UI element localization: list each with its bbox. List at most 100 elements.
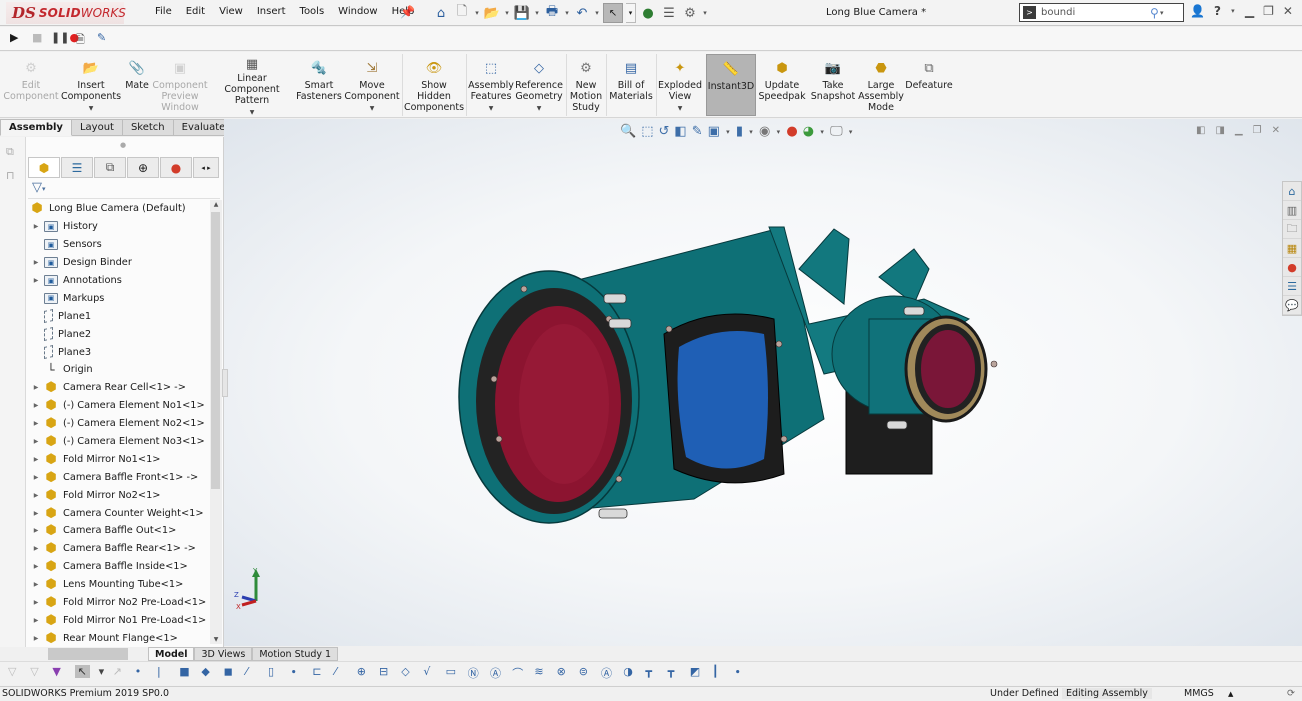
filter-mesh-edges-icon[interactable]: ┃ — [712, 665, 719, 678]
restore-icon[interactable]: ❐ — [1263, 4, 1274, 18]
show-hidden-components-button[interactable]: 👁 Show Hidden Components — [404, 54, 464, 116]
pause-record-macro-icon[interactable]: ❚❚● — [51, 31, 79, 44]
expand-arrow-icon[interactable]: ▶ — [28, 474, 44, 481]
magic-select-icon[interactable]: ↗ — [113, 665, 122, 678]
tree-item[interactable]: ▶ ⬢ Camera Baffle Rear<1> -> — [28, 540, 210, 558]
menu-file[interactable]: File — [148, 6, 179, 17]
scroll-down-icon[interactable]: ▼ — [210, 636, 222, 643]
filter-geometric-tolerance-icon[interactable]: ▭ — [446, 665, 456, 678]
tab-scroll-arrows-icon[interactable]: ◂ ▸ — [193, 157, 219, 178]
menu-window[interactable]: Window — [331, 6, 384, 17]
smart-fasteners-button[interactable]: 🔩 Smart Fasteners — [296, 54, 342, 116]
defeature-button[interactable]: ⧉ Defeature — [905, 54, 952, 116]
open-icon[interactable]: 📂 — [483, 4, 501, 22]
menu-insert[interactable]: Insert — [250, 6, 293, 17]
solidworks-logo[interactable]: DS SOLID WORKS — [6, 2, 126, 24]
options-dropdown-icon[interactable]: ▾ — [702, 9, 708, 17]
viewport-restore-icon[interactable]: ❐ — [1253, 125, 1262, 136]
instant3d-button[interactable]: 📏 Instant3D — [706, 54, 756, 116]
exploded-view-button[interactable]: ✦ Exploded View ▼ — [658, 54, 702, 116]
print-icon[interactable]: 🖶 — [543, 4, 561, 22]
tab-model[interactable]: Model — [148, 646, 195, 661]
zoom-to-area-icon[interactable]: ⬚ — [641, 124, 653, 139]
tree-item[interactable]: ▶ ⬢ (-) Camera Element No1<1> — [28, 397, 210, 415]
tree-scrollbar[interactable]: ▲ ▼ — [210, 200, 222, 644]
stop-macro-icon[interactable]: ■ — [32, 31, 42, 44]
undo-icon[interactable]: ↶ — [573, 4, 591, 22]
filter-planes-icon[interactable]: ▯ — [268, 665, 274, 678]
dropdown-arrow-icon[interactable]: ▼ — [89, 103, 94, 114]
filter-cog-icon[interactable]: ◑ — [623, 665, 633, 678]
view-settings-dropdown-icon[interactable]: ▾ — [848, 128, 854, 136]
breadcrumb-icon[interactable]: ⧉ — [6, 145, 14, 159]
view-orientation-dropdown-icon[interactable]: ▾ — [725, 128, 731, 136]
take-snapshot-button[interactable]: 📷 Take Snapshot — [810, 54, 856, 116]
edit-component-button[interactable]: ⚙ Edit Component — [3, 54, 58, 116]
user-account-icon[interactable]: 👤 — [1190, 4, 1205, 18]
expand-arrow-icon[interactable]: ▶ — [28, 563, 44, 570]
filter-connection-points-icon[interactable]: ┳ — [668, 665, 675, 678]
menu-edit[interactable]: Edit — [179, 6, 212, 17]
display-manager-tab-icon[interactable]: ● — [160, 157, 192, 178]
new-macro-icon[interactable]: 🗎 — [76, 31, 85, 50]
tree-item[interactable]: ▶ ⬢ Camera Baffle Front<1> -> — [28, 468, 210, 486]
edit-macro-icon[interactable]: ✎ — [97, 31, 106, 44]
home-icon[interactable]: ⌂ — [432, 4, 450, 22]
rebuild-traffic-light-icon[interactable]: ● — [639, 4, 657, 22]
tree-item[interactable]: ▶ ⬢ Fold Mirror No2<1> — [28, 486, 210, 504]
filter-surface-finish-icon[interactable]: √ — [423, 665, 430, 678]
filter-toggle-icon[interactable]: ▽ — [8, 665, 16, 678]
dropdown-arrow-icon[interactable]: ▼ — [370, 103, 375, 114]
filter-icon[interactable]: ▽▾ — [28, 180, 220, 199]
select-dropdown-icon[interactable]: ▾ — [99, 665, 105, 678]
tree-item[interactable]: ▶ ⬢ Lens Mounting Tube<1> — [28, 576, 210, 594]
tree-item[interactable]: ▣ Sensors — [28, 236, 210, 254]
search-dropdown-icon[interactable]: ▾ — [1159, 9, 1165, 17]
save-dropdown-icon[interactable]: ▾ — [534, 9, 540, 17]
dropdown-arrow-icon[interactable]: ▼ — [250, 107, 255, 118]
filter-axes-icon[interactable]: ⁄ — [246, 665, 248, 678]
camera-assembly-model[interactable] — [224, 119, 1302, 646]
tab-3d-views[interactable]: 3D Views — [194, 646, 253, 661]
filter-sketch-segments-icon[interactable]: ⊏ — [312, 665, 321, 678]
scrollbar-thumb[interactable] — [211, 212, 220, 489]
tree-root[interactable]: ⬢ Long Blue Camera (Default) — [28, 200, 210, 218]
new-motion-study-button[interactable]: ⚙ New Motion Study — [568, 54, 604, 116]
expand-arrow-icon[interactable]: ▶ — [28, 259, 44, 266]
mate-button[interactable]: 📎 Mate — [123, 54, 151, 116]
viewport-minimize-icon[interactable]: ▁ — [1235, 125, 1243, 136]
apply-scene-icon[interactable]: ◕ — [803, 124, 814, 139]
expand-arrow-icon[interactable]: ▶ — [28, 438, 44, 445]
filter-surface-bodies-icon[interactable]: ◆ — [201, 665, 209, 678]
run-macro-icon[interactable]: ▶ — [10, 31, 18, 44]
expand-arrow-icon[interactable]: ▶ — [28, 510, 44, 517]
linear-component-pattern-button[interactable]: ▦ Linear Component Pattern ▼ — [210, 54, 294, 116]
expand-arrow-icon[interactable]: ▶ — [28, 617, 44, 624]
tree-item[interactable]: ▶ ⬢ Camera Baffle Inside<1> — [28, 558, 210, 576]
tree-item[interactable]: ▶ ⬢ Fold Mirror No1<1> — [28, 450, 210, 468]
view-orientation-icon[interactable]: ▣ — [708, 124, 720, 139]
tree-item[interactable]: Plane1 — [28, 307, 210, 325]
select-dropdown-icon[interactable]: ▾ — [626, 3, 636, 23]
menu-view[interactable]: View — [212, 6, 250, 17]
panel-collapse-handle[interactable] — [222, 369, 228, 397]
pin-menu-icon[interactable]: 📌 — [400, 5, 415, 19]
tab-motion-study-1[interactable]: Motion Study 1 — [252, 646, 339, 661]
edit-appearance-icon[interactable]: ● — [786, 124, 797, 139]
expand-arrow-icon[interactable]: ▶ — [28, 527, 44, 534]
solidworks-resources-icon[interactable]: ⌂ — [1283, 182, 1301, 201]
dropdown-arrow-icon[interactable]: ▼ — [537, 103, 542, 114]
tree-item[interactable]: └ Origin — [28, 361, 210, 379]
section-view-icon[interactable]: ◧ — [674, 124, 686, 139]
search-input[interactable] — [1041, 7, 1146, 18]
open-dropdown-icon[interactable]: ▾ — [504, 9, 510, 17]
tab-sketch[interactable]: Sketch — [122, 119, 174, 136]
tree-item[interactable]: ▣ Markups — [28, 289, 210, 307]
print-dropdown-icon[interactable]: ▾ — [564, 9, 570, 17]
tab-navigation-arrows[interactable] — [48, 647, 128, 660]
tile-right-icon[interactable]: ◨ — [1215, 125, 1224, 136]
options-gear-icon[interactable]: ⚙ — [681, 4, 699, 22]
filter-blocks-icon[interactable]: Ⓐ — [601, 665, 612, 681]
custom-properties-icon[interactable]: ☰ — [1283, 277, 1301, 296]
units-dropdown-icon[interactable]: ▲ — [1228, 690, 1233, 698]
